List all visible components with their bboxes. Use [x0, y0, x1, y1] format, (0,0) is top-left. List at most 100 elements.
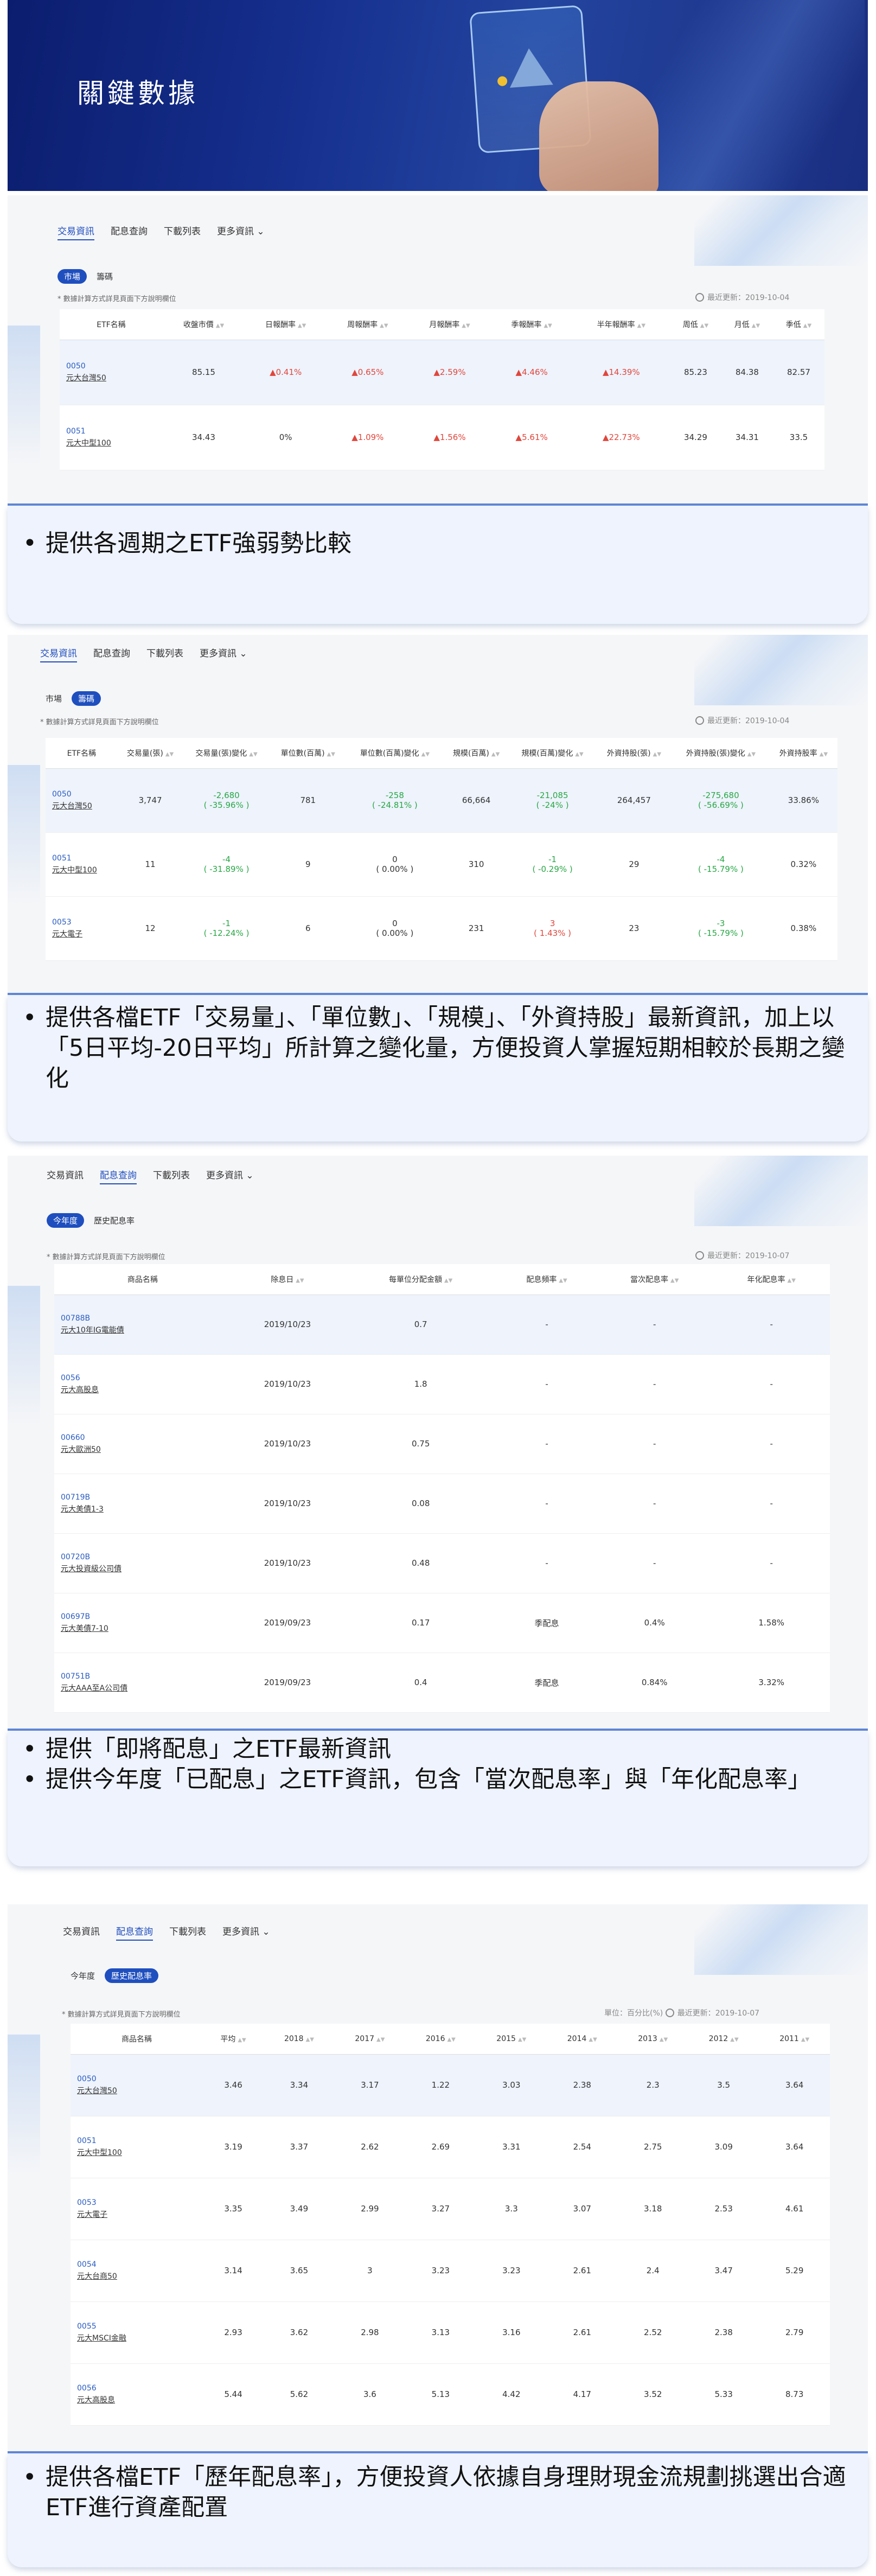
- sort-icon[interactable]: ▲▼: [421, 751, 430, 757]
- sort-icon[interactable]: ▲▼: [660, 2037, 668, 2043]
- etf-name-cell[interactable]: 00788B 元大10年IG電能債: [54, 1295, 231, 1355]
- etf-name-link[interactable]: 元大投資級公司債: [61, 1563, 231, 1575]
- etf-code[interactable]: 00751B: [61, 1672, 90, 1681]
- tab-trading[interactable]: 交易資訊: [40, 646, 77, 662]
- sort-icon[interactable]: ▲▼: [700, 323, 708, 329]
- column-header[interactable]: 外資持股率 ▲▼: [769, 738, 837, 769]
- sort-icon[interactable]: ▲▼: [637, 323, 645, 329]
- tab-more[interactable]: 更多資訊 ⌄: [200, 646, 247, 662]
- sort-icon[interactable]: ▲▼: [447, 2037, 455, 2043]
- tab-download[interactable]: 下載列表: [164, 224, 201, 240]
- column-header[interactable]: 當次配息率 ▲▼: [596, 1264, 713, 1295]
- etf-name-link[interactable]: 元大台灣50: [52, 800, 118, 812]
- column-header[interactable]: 2017 ▲▼: [334, 2024, 406, 2055]
- subtab-chips[interactable]: 籌碼: [72, 691, 101, 706]
- column-header[interactable]: ETF名稱: [60, 309, 163, 340]
- sort-icon[interactable]: ▲▼: [559, 1278, 567, 1284]
- sort-icon[interactable]: ▲▼: [543, 323, 552, 329]
- etf-code[interactable]: 0050: [52, 790, 72, 799]
- column-header[interactable]: ETF名稱: [46, 738, 118, 769]
- sort-icon[interactable]: ▲▼: [462, 323, 470, 329]
- column-header[interactable]: 2013 ▲▼: [617, 2024, 688, 2055]
- tab-more[interactable]: 更多資訊 ⌄: [217, 224, 265, 240]
- etf-name-link[interactable]: 元大美債7-10: [61, 1623, 231, 1635]
- column-header[interactable]: 平均 ▲▼: [202, 2024, 264, 2055]
- etf-name-cell[interactable]: 0055 元大MSCI金融: [71, 2301, 203, 2364]
- column-header[interactable]: 配息頻率 ▲▼: [497, 1264, 596, 1295]
- etf-code[interactable]: 0051: [66, 427, 86, 436]
- etf-name-link[interactable]: 元大台灣50: [66, 372, 163, 384]
- column-header[interactable]: 半年報酬率 ▲▼: [572, 309, 670, 340]
- etf-name-cell[interactable]: 0050 元大台灣50: [60, 340, 163, 405]
- etf-name-cell[interactable]: 0054 元大台商50: [71, 2240, 203, 2302]
- tab-download[interactable]: 下載列表: [153, 1168, 190, 1184]
- tab-trading[interactable]: 交易資訊: [47, 1168, 84, 1184]
- column-header[interactable]: 2011 ▲▼: [759, 2024, 830, 2055]
- tab-dividend[interactable]: 配息查詢: [111, 224, 148, 240]
- column-header[interactable]: 規模(百萬) ▲▼: [443, 738, 509, 769]
- etf-name-link[interactable]: 元大美債1-3: [61, 1503, 231, 1515]
- tab-trading[interactable]: 交易資訊: [63, 1924, 100, 1941]
- sort-icon[interactable]: ▲▼: [491, 751, 500, 757]
- sort-icon[interactable]: ▲▼: [296, 1278, 304, 1284]
- tab-dividend[interactable]: 配息查詢: [100, 1168, 137, 1184]
- etf-code[interactable]: 0050: [77, 2075, 97, 2083]
- etf-name-link[interactable]: 元大MSCI金融: [77, 2332, 203, 2344]
- column-header[interactable]: 周報酬率 ▲▼: [327, 309, 409, 340]
- etf-name-cell[interactable]: 0056 元大高股息: [54, 1354, 231, 1414]
- etf-code[interactable]: 0056: [61, 1374, 80, 1382]
- column-header[interactable]: 周低 ▲▼: [669, 309, 721, 340]
- column-header[interactable]: 外資持股(張) ▲▼: [596, 738, 673, 769]
- sort-icon[interactable]: ▲▼: [216, 323, 224, 329]
- etf-name-cell[interactable]: 0051 元大中型100: [60, 405, 163, 470]
- etf-name-cell[interactable]: 0056 元大高股息: [71, 2363, 203, 2426]
- column-header[interactable]: 商品名稱: [71, 2024, 203, 2055]
- etf-name-cell[interactable]: 0051 元大中型100: [46, 832, 118, 897]
- etf-name-link[interactable]: 元大高股息: [77, 2394, 203, 2406]
- etf-name-link[interactable]: 元大10年IG電能債: [61, 1324, 231, 1336]
- etf-code[interactable]: 0055: [77, 2322, 97, 2331]
- etf-name-cell[interactable]: 0050 元大台灣50: [71, 2054, 203, 2116]
- tab-dividend[interactable]: 配息查詢: [93, 646, 130, 662]
- sort-icon[interactable]: ▲▼: [518, 2037, 526, 2043]
- etf-name-cell[interactable]: 0053 元大電子: [46, 896, 118, 961]
- etf-name-cell[interactable]: 00719B 元大美債1-3: [54, 1474, 231, 1534]
- sort-icon[interactable]: ▲▼: [801, 2037, 809, 2043]
- subtab-history[interactable]: 歷史配息率: [105, 1968, 159, 1983]
- etf-code[interactable]: 00697B: [61, 1612, 90, 1621]
- etf-name-cell[interactable]: 00751B 元大AAA至A公司債: [54, 1653, 231, 1713]
- column-header[interactable]: 2018 ▲▼: [264, 2024, 335, 2055]
- sort-icon[interactable]: ▲▼: [670, 1278, 679, 1284]
- tab-more[interactable]: 更多資訊 ⌄: [206, 1168, 254, 1184]
- tab-more[interactable]: 更多資訊 ⌄: [222, 1924, 270, 1941]
- tab-download[interactable]: 下載列表: [146, 646, 183, 662]
- column-header[interactable]: 月報酬率 ▲▼: [408, 309, 491, 340]
- sort-icon[interactable]: ▲▼: [249, 751, 257, 757]
- etf-name-link[interactable]: 元大AAA至A公司債: [61, 1682, 231, 1694]
- etf-name-link[interactable]: 元大中型100: [66, 437, 163, 449]
- sort-icon[interactable]: ▲▼: [327, 751, 335, 757]
- etf-name-cell[interactable]: 00697B 元大美債7-10: [54, 1593, 231, 1653]
- sort-icon[interactable]: ▲▼: [238, 2037, 246, 2043]
- column-header[interactable]: 季報酬率 ▲▼: [490, 309, 573, 340]
- tab-dividend[interactable]: 配息查詢: [116, 1924, 153, 1941]
- sort-icon[interactable]: ▲▼: [653, 751, 661, 757]
- subtab-market[interactable]: 市場: [57, 269, 87, 284]
- sort-icon[interactable]: ▲▼: [380, 323, 388, 329]
- column-header[interactable]: 季低 ▲▼: [772, 309, 824, 340]
- tab-trading[interactable]: 交易資訊: [57, 224, 94, 240]
- column-header[interactable]: 2014 ▲▼: [547, 2024, 618, 2055]
- etf-name-link[interactable]: 元大電子: [77, 2209, 203, 2221]
- etf-name-link[interactable]: 元大台灣50: [77, 2085, 203, 2097]
- sort-icon[interactable]: ▲▼: [298, 323, 306, 329]
- etf-code[interactable]: 00660: [61, 1433, 85, 1442]
- subtab-this-year[interactable]: 今年度: [47, 1213, 85, 1228]
- sort-icon[interactable]: ▲▼: [575, 751, 583, 757]
- etf-name-link[interactable]: 元大台商50: [77, 2271, 203, 2282]
- etf-code[interactable]: 0053: [52, 918, 72, 927]
- sort-icon[interactable]: ▲▼: [820, 751, 828, 757]
- etf-name-link[interactable]: 元大高股息: [61, 1384, 231, 1396]
- column-header[interactable]: 日報酬率 ▲▼: [245, 309, 327, 340]
- etf-name-link[interactable]: 元大中型100: [52, 864, 118, 876]
- etf-name-cell[interactable]: 0051 元大中型100: [71, 2116, 203, 2178]
